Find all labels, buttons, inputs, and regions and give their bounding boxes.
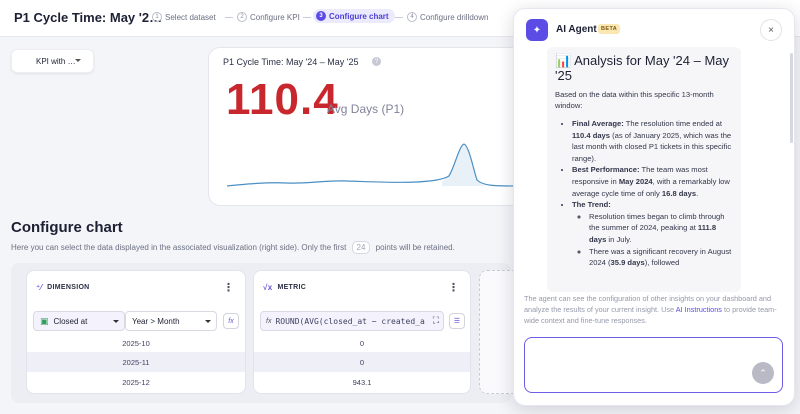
step-configure-drilldown[interactable]: 4 Configure drilldown (407, 12, 488, 22)
dimension-header-label: DIMENSION (47, 284, 90, 291)
sparkline-path (227, 143, 547, 187)
kpi-selector-label: KPI with … (36, 56, 76, 66)
step-divider (395, 17, 403, 18)
kpi-value: 110.4 (226, 75, 339, 124)
step-number: 1 (152, 12, 162, 22)
message-intro: Based on the data within this specific 1… (555, 90, 714, 110)
list-item: Final Average: The resolution time ended… (572, 118, 733, 164)
expand-icon[interactable]: ⛶ (433, 315, 439, 326)
step-divider (225, 17, 233, 18)
close-button[interactable]: × (760, 19, 782, 41)
sub-list: Resolution times began to climb through … (572, 211, 733, 269)
send-button[interactable]: ⌃ (752, 362, 774, 384)
more-options-icon[interactable]: ⋮ (448, 281, 459, 294)
table-row: 2025-12 (122, 377, 150, 387)
description-text-end: points will be retained. (375, 243, 455, 252)
step-label: Select dataset (165, 12, 216, 22)
kpi-sparkline (227, 143, 547, 187)
step-configure-chart[interactable]: 3 Configure chart (313, 9, 395, 23)
dimension-field-select[interactable]: ▣ Closed at (33, 311, 125, 331)
ai-instructions-link[interactable]: AI Instructions (676, 305, 722, 314)
step-select-dataset[interactable]: 1 Select dataset (152, 12, 216, 22)
sparkle-icon: ✦ (526, 19, 548, 41)
more-options-icon[interactable]: ⋮ (223, 281, 234, 294)
granularity-value: Year > Month (132, 316, 180, 326)
dimension-field-value: Closed at (53, 316, 88, 326)
step-label: Configure KPI (250, 12, 300, 22)
step-label: Configure chart (329, 11, 389, 21)
chevron-down-icon (75, 59, 81, 62)
sub-list-item: Resolution times began to climb through … (589, 211, 733, 246)
list-item-value: 110.4 days (572, 130, 611, 140)
step-label: Configure drilldown (420, 12, 489, 22)
list-item-text: The resolution time ended at (623, 119, 722, 128)
metric-header: √x METRIC (263, 283, 306, 292)
page-title: P1 Cycle Time: May '2… (14, 10, 163, 25)
list-item-text: in July. (606, 234, 632, 244)
section-title: Configure chart (11, 219, 123, 236)
sparkline-area (442, 144, 489, 186)
chevron-down-icon (113, 320, 119, 323)
step-number: 2 (237, 12, 247, 22)
metric-header-label: METRIC (277, 284, 307, 291)
formula-icon: √x (263, 283, 273, 292)
table-row: 943.1 (352, 377, 372, 387)
metric-expression: ROUND(AVG(closed_at − created_a (275, 316, 425, 326)
calendar-icon: ▣ (40, 315, 49, 326)
step-number: 3 (316, 11, 326, 21)
ai-agent-panel: ✦ AI Agent BETA × 📊 Analysis for May '24… (513, 8, 795, 406)
kpi-preview-card: P1 Cycle Time: May '24 – May '25 ? 110.4… (208, 47, 548, 206)
chevron-down-icon (205, 320, 211, 323)
metric-panel: √x METRIC ⋮ fx ROUND(AVG(closed_at − cre… (253, 270, 471, 394)
table-row: 0 (359, 338, 365, 348)
list-item-label: Final Average: (572, 119, 624, 128)
fx-label: fx (266, 317, 272, 325)
list-item: Best Performance: The team was most resp… (572, 164, 733, 199)
list-item: The Trend: Resolution times began to cli… (572, 199, 733, 269)
step-number: 4 (407, 12, 417, 22)
table-row: 0 (254, 352, 470, 372)
formula-button[interactable]: fx (223, 313, 239, 329)
ai-panel-title: AI Agent (556, 24, 597, 35)
dimension-panel: ⁺⁄ DIMENSION ⋮ ▣ Closed at Year > Month … (26, 270, 246, 394)
sub-list-item: There was a significant recovery in Augu… (589, 246, 733, 269)
granularity-select[interactable]: Year > Month (125, 311, 217, 331)
ai-note: The agent can see the configuration of o… (524, 293, 788, 326)
list-item-value: May 2024 (618, 176, 653, 186)
description-text: Here you can select the data displayed i… (11, 243, 347, 252)
kpi-selector-dropdown[interactable]: KPI with … (11, 49, 94, 73)
dimension-header: ⁺⁄ DIMENSION (36, 283, 90, 292)
table-row: 2025-10 (122, 338, 150, 348)
scrollbar[interactable] (790, 53, 793, 143)
message-title: 📊 Analysis for May '24 – May '25 (555, 53, 730, 83)
kpi-card-title: P1 Cycle Time: May '24 – May '25 (223, 57, 359, 67)
beta-badge: BETA (598, 24, 621, 34)
section-description: Here you can select the data displayed i… (11, 241, 455, 254)
step-divider (303, 17, 311, 18)
metric-options-button[interactable]: ☰ (449, 313, 465, 329)
message-list: Final Average: The resolution time ended… (555, 118, 733, 269)
list-item-text: . (696, 188, 699, 198)
ai-chat-input[interactable]: ⌃ (524, 337, 783, 393)
ai-message: 📊 Analysis for May '24 – May '25 Based o… (547, 47, 741, 292)
dimension-icon: ⁺⁄ (36, 283, 43, 292)
list-item-label: The Trend: (572, 200, 611, 210)
points-limit-input[interactable]: 24 (351, 241, 371, 254)
list-item-label: Best Performance: (572, 165, 640, 175)
metric-expression-field[interactable]: fx ROUND(AVG(closed_at − created_a ⛶ (260, 311, 444, 331)
list-item-value: 35.9 days (610, 258, 645, 268)
list-item-text: ), followed (644, 258, 680, 268)
table-row: 2025-11 (27, 352, 245, 372)
list-item-value: 16.8 days (661, 188, 697, 198)
kpi-unit: Avg Days (P1) (327, 102, 405, 116)
step-configure-kpi[interactable]: 2 Configure KPI (237, 12, 300, 22)
help-icon[interactable]: ? (372, 57, 381, 66)
